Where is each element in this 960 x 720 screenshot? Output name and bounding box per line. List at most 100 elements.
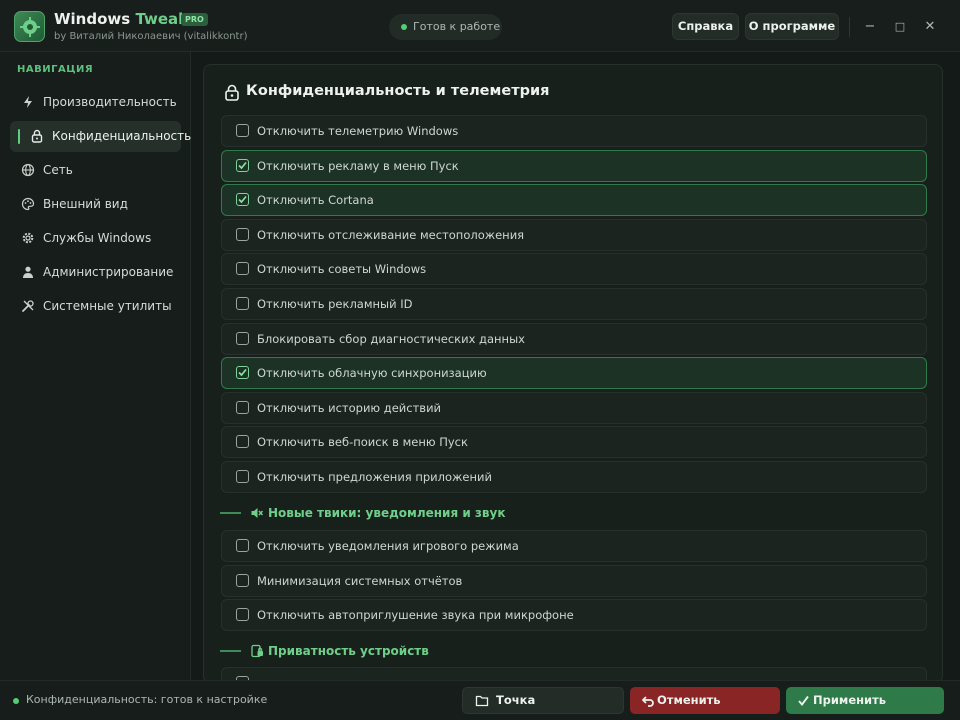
checkbox[interactable] xyxy=(236,608,249,621)
undo-icon xyxy=(642,696,654,707)
option-label: Блокировать сбор диагностических данных xyxy=(257,331,525,346)
sidebar-item-label: Системные утилиты xyxy=(43,299,172,313)
status-pill-text: Готов к работе xyxy=(413,20,501,33)
checkmark-icon xyxy=(238,369,247,377)
sidebar-item-utilities[interactable]: Системные утилиты xyxy=(10,291,181,322)
lightning-icon xyxy=(24,96,32,108)
app-title-main: Windows xyxy=(54,10,131,28)
status-pill: Готов к работе xyxy=(389,14,502,40)
checkbox[interactable] xyxy=(236,539,249,552)
checkbox[interactable] xyxy=(236,435,249,449)
checkbox-checked[interactable] xyxy=(236,158,249,172)
checkbox[interactable] xyxy=(236,331,249,345)
option-label: Отключить уведомления игрового режима xyxy=(257,539,519,553)
option-label: Отключить отслеживание местоположения xyxy=(257,227,525,242)
apply-changes-button[interactable]: Применить изменения xyxy=(786,687,944,714)
sidebar-item-privacy[interactable]: Конфиденциальность xyxy=(10,121,191,152)
sidebar-item-administration[interactable]: Администрирование xyxy=(10,257,181,288)
checkbox[interactable] xyxy=(236,297,249,310)
option-label: Минимизация системных отчётов xyxy=(257,573,463,588)
revert-changes-button[interactable]: Отменить изменения xyxy=(630,687,780,714)
revert-changes-label: Отменить изменения xyxy=(657,693,721,707)
option-label: Отключить облачную синхронизацию xyxy=(257,366,487,381)
checkbox[interactable] xyxy=(236,262,249,276)
option-label: Отключить автоприглушение звука при микр… xyxy=(257,608,574,622)
section-line xyxy=(220,650,241,652)
option-row[interactable]: Отключить рекламу в меню Пуск xyxy=(221,149,927,182)
checkbox[interactable] xyxy=(236,124,249,137)
option-label: Отключить советы Windows xyxy=(257,262,427,277)
option-row[interactable]: Отключить уведомления игрового режима xyxy=(221,530,927,562)
option-row[interactable]: Отключить предложения приложений xyxy=(221,461,927,493)
sidebar-item-label: Сеть xyxy=(43,163,73,177)
app-title: Windows Tweaks xyxy=(54,10,197,28)
apply-changes-label: Применить изменения xyxy=(813,693,887,707)
option-row[interactable]: Отключить рекламный ID xyxy=(221,288,927,320)
option-label: Отключить историю действий xyxy=(257,400,442,415)
check-icon xyxy=(798,695,809,707)
sidebar-item-appearance[interactable]: Внешний вид xyxy=(10,189,181,220)
option-row[interactable]: Минимизация системных отчётов xyxy=(221,564,927,597)
option-row[interactable]: Отключить отслеживание местоположения xyxy=(221,218,927,251)
status-dot-icon xyxy=(13,698,19,704)
device-lock-icon xyxy=(251,644,263,658)
admin-icon xyxy=(23,266,33,278)
option-row[interactable]: Отключить телеметрию Windows xyxy=(221,115,927,147)
help-button[interactable]: Справка xyxy=(672,13,739,40)
checkbox[interactable] xyxy=(236,400,249,414)
palette-icon xyxy=(21,197,35,211)
checkbox[interactable] xyxy=(236,470,249,483)
muted-speaker-icon xyxy=(251,508,264,518)
sidebar-item-services[interactable]: Службы Windows xyxy=(10,223,181,254)
checkmark-icon xyxy=(238,196,247,204)
tools-icon xyxy=(22,300,34,312)
nav-heading: НАВИГАЦИЯ xyxy=(17,64,94,75)
section-device-privacy: Приватность устройств xyxy=(220,641,429,661)
option-row[interactable]: Отключить облачную синхронизацию xyxy=(221,357,927,390)
option-label: Отключить телеметрию Windows xyxy=(257,124,459,138)
restore-point-label: Точка восстановления xyxy=(496,693,602,720)
sidebar-item-label: Производительность xyxy=(43,95,177,109)
close-icon[interactable]: ✕ xyxy=(920,17,940,37)
checkbox-checked[interactable] xyxy=(236,193,249,207)
title-bar: Windows Tweaks PRO by Виталий Николаевич… xyxy=(0,0,960,52)
sidebar-item-label: Службы Windows xyxy=(43,231,152,245)
sidebar-item-network[interactable]: Сеть xyxy=(10,155,181,186)
checkbox[interactable] xyxy=(236,227,249,241)
status-text: Конфиденциальность: готов к настройке xyxy=(26,693,268,706)
sidebar-item-performance[interactable]: Производительность xyxy=(10,87,181,118)
option-label: Отключить предложения приложений xyxy=(257,470,492,484)
option-row[interactable]: Отключить Cortana xyxy=(221,184,927,217)
status-dot-icon xyxy=(401,24,407,30)
titlebar-divider xyxy=(849,17,850,37)
sidebar-item-label: Конфиденциальность xyxy=(52,129,192,143)
checkbox[interactable] xyxy=(236,573,249,587)
maximize-icon[interactable]: □ xyxy=(890,17,910,37)
option-row[interactable]: Отключить советы Windows xyxy=(221,253,927,286)
lock-icon xyxy=(225,84,239,101)
page-title: Конфиденциальность и телеметрия xyxy=(246,83,550,99)
about-button[interactable]: О программе xyxy=(745,13,839,40)
folder-icon xyxy=(475,695,489,707)
gear-icon xyxy=(22,232,34,244)
sidebar-item-label: Внешний вид xyxy=(43,197,128,211)
active-indicator xyxy=(18,129,20,144)
option-label: Отключить веб-поиск в меню Пуск xyxy=(257,435,468,450)
lock-icon xyxy=(31,129,43,143)
option-label: Отключить Cortana xyxy=(257,193,374,208)
globe-icon xyxy=(21,163,35,177)
sidebar-item-label: Администрирование xyxy=(43,265,174,279)
option-label: Отключить рекламный ID xyxy=(257,297,413,311)
option-row[interactable]: Отключить историю действий xyxy=(221,391,927,424)
section-title: Приватность устройств xyxy=(268,644,429,658)
restore-point-button[interactable]: Точка восстановления xyxy=(462,687,624,720)
sidebar: НАВИГАЦИЯ Производительность Конфиденциа… xyxy=(0,52,191,680)
app-author: by Виталий Николаевич (vitalikkontr) xyxy=(54,31,248,42)
option-row[interactable]: Блокировать сбор диагностических данных xyxy=(221,322,927,355)
minimize-icon[interactable]: − xyxy=(860,17,880,37)
option-row[interactable]: Отключить автоприглушение звука при микр… xyxy=(221,599,927,631)
section-notifications-sound: Новые твики: уведомления и звук xyxy=(220,503,505,523)
app-logo-icon xyxy=(14,11,45,42)
checkbox-checked[interactable] xyxy=(236,366,249,380)
option-row[interactable]: Отключить веб-поиск в меню Пуск xyxy=(221,426,927,459)
